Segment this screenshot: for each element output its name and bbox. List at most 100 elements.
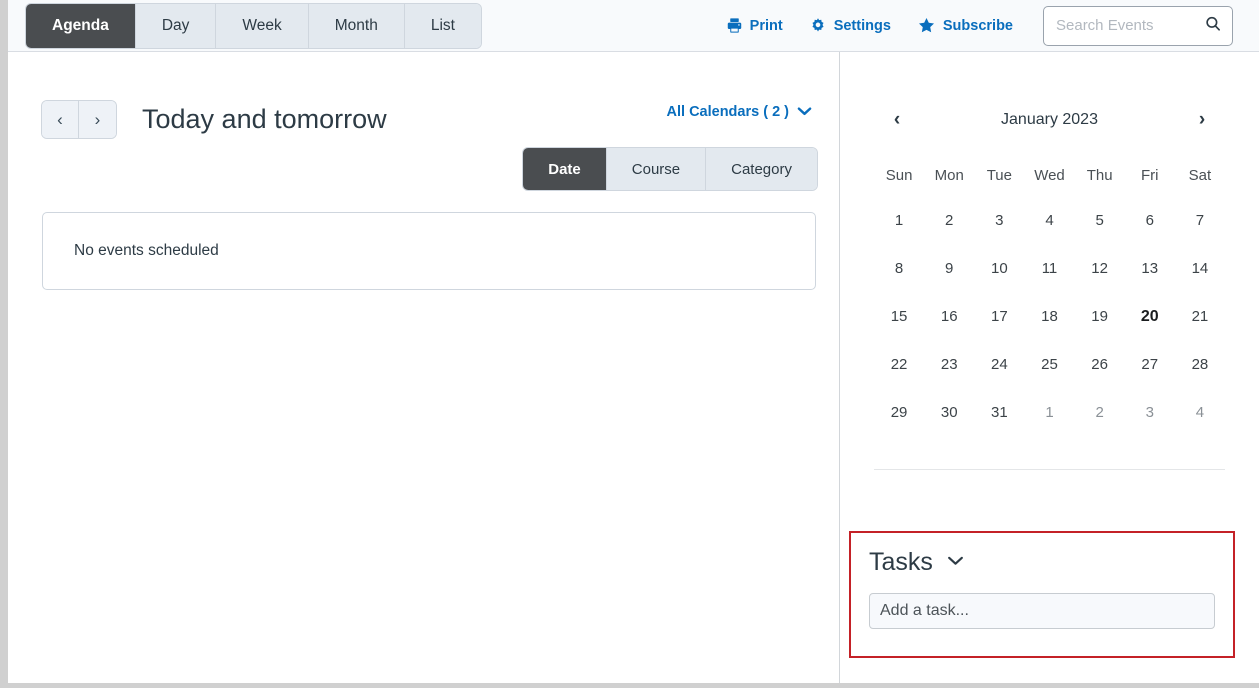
mini-calendar-header: ‹ January 2023 › — [840, 52, 1259, 133]
calendar-day[interactable]: 11 — [1024, 245, 1074, 293]
mini-calendar-next-button[interactable]: › — [1189, 107, 1215, 133]
calendar-day[interactable]: 9 — [924, 245, 974, 293]
header-toolbar: Print Settings Subscribe — [726, 5, 1259, 46]
calendar-day[interactable]: 13 — [1125, 245, 1175, 293]
calendar-day[interactable]: 31 — [974, 389, 1024, 437]
page-title: Today and tomorrow — [142, 104, 387, 134]
calendar-day[interactable]: 4 — [1024, 197, 1074, 245]
chevron-down-icon — [797, 104, 812, 120]
chevron-right-icon: › — [94, 109, 101, 129]
add-task-input[interactable] — [869, 593, 1215, 629]
tab-list[interactable]: List — [404, 3, 481, 48]
all-calendars-label: All Calendars ( 2 ) — [666, 104, 789, 120]
print-label: Print — [749, 17, 783, 34]
weekday-fri: Fri — [1141, 167, 1159, 184]
app-header: Agenda Day Week Month List Print Setting… — [8, 0, 1259, 52]
calendar-day[interactable]: 4 — [1175, 389, 1225, 437]
calendar-day[interactable]: 26 — [1075, 341, 1125, 389]
weekday-thu: Thu — [1086, 167, 1113, 184]
calendar-day[interactable]: 28 — [1175, 341, 1225, 389]
calendar-day[interactable]: 8 — [874, 245, 924, 293]
weekday-header-row: Sun Mon Tue Wed Thu Fri Sat — [874, 155, 1225, 197]
tab-month[interactable]: Month — [308, 3, 405, 48]
search-events-box[interactable] — [1043, 5, 1233, 46]
calendar-day[interactable]: 10 — [974, 245, 1024, 293]
calendar-day[interactable]: 23 — [924, 341, 974, 389]
calendar-week-row: 1234567 — [874, 197, 1225, 245]
calendar-day[interactable]: 19 — [1075, 293, 1125, 341]
weekday-mon: Mon — [934, 167, 964, 184]
mini-calendar-title: January 2023 — [1001, 111, 1098, 128]
weekday-tue: Tue — [986, 167, 1012, 184]
calendar-day[interactable]: 29 — [874, 389, 924, 437]
calendar-day[interactable]: 22 — [874, 341, 924, 389]
settings-label: Settings — [833, 17, 891, 34]
main-header: ‹ › Today and tomorrow — [8, 52, 839, 139]
calendar-day[interactable]: 17 — [974, 293, 1024, 341]
mini-calendar-prev-button[interactable]: ‹ — [884, 107, 910, 133]
calendar-day[interactable]: 12 — [1075, 245, 1125, 293]
tasks-title: Tasks — [869, 548, 933, 576]
mini-calendar-grid: Sun Mon Tue Wed Thu Fri Sat 1 2 3 4 5 6 7 8 9 10 11 12 13 14… — [840, 133, 1259, 437]
settings-button[interactable]: Settings — [809, 17, 891, 35]
calendar-day[interactable]: 1 — [1024, 389, 1074, 437]
calendar-day[interactable]: 15 — [874, 293, 924, 341]
calendar-day-today[interactable]: 20 — [1125, 293, 1175, 341]
previous-period-button[interactable]: ‹ — [42, 101, 79, 138]
calendar-day[interactable]: 2 — [1075, 389, 1125, 437]
subscribe-button[interactable]: Subscribe — [917, 16, 1013, 35]
calendar-week-row: 29 30 31 1 2 3 4 — [874, 389, 1225, 437]
date-nav-buttons: ‹ › — [42, 101, 116, 138]
calendar-day[interactable]: 21 — [1175, 293, 1225, 341]
all-calendars-dropdown[interactable]: All Calendars ( 2 ) — [667, 104, 812, 120]
calendar-day[interactable]: 1 — [874, 197, 924, 245]
calendar-day[interactable]: 18 — [1024, 293, 1074, 341]
calendar-app: Agenda Day Week Month List Print Setting… — [0, 0, 1259, 688]
printer-icon — [726, 17, 743, 34]
subscribe-label: Subscribe — [942, 17, 1013, 34]
star-icon — [917, 16, 936, 35]
no-events-message: No events scheduled — [74, 242, 219, 259]
print-button[interactable]: Print — [726, 17, 783, 34]
calendar-day[interactable]: 3 — [974, 197, 1024, 245]
sidebar-divider — [874, 469, 1225, 470]
body-area: ‹ › Today and tomorrow All Calendars ( 2… — [8, 52, 1259, 683]
calendar-day[interactable]: 2 — [924, 197, 974, 245]
weekday-wed: Wed — [1034, 167, 1065, 184]
tasks-header[interactable]: Tasks — [869, 547, 1215, 577]
tasks-section: Tasks — [849, 531, 1235, 658]
sidebar-panel: ‹ January 2023 › Sun Mon Tue Wed Thu Fri Sat 1 2… — [840, 52, 1259, 683]
calendar-day[interactable]: 6 — [1125, 197, 1175, 245]
calendar-day[interactable]: 30 — [924, 389, 974, 437]
calendar-day[interactable]: 3 — [1125, 389, 1175, 437]
search-input[interactable] — [1044, 6, 1232, 45]
calendar-week-row: 15 16 17 18 19 20 21 — [874, 293, 1225, 341]
calendar-day[interactable]: 27 — [1125, 341, 1175, 389]
calendar-week-row: 22 23 24 25 26 27 28 — [874, 341, 1225, 389]
group-tab-date[interactable]: Date — [523, 148, 607, 190]
calendar-day[interactable]: 5 — [1075, 197, 1125, 245]
chevron-right-icon: › — [1198, 109, 1206, 130]
calendar-day[interactable]: 25 — [1024, 341, 1074, 389]
calendar-week-row: 8 9 10 11 12 13 14 — [874, 245, 1225, 293]
tab-day[interactable]: Day — [135, 3, 217, 48]
tab-agenda[interactable]: Agenda — [26, 3, 136, 48]
calendar-day[interactable]: 7 — [1175, 197, 1225, 245]
calendar-day[interactable]: 24 — [974, 341, 1024, 389]
group-by-tabs: Date Course Category — [523, 148, 817, 190]
main-panel: ‹ › Today and tomorrow All Calendars ( 2… — [8, 52, 840, 683]
group-tab-course[interactable]: Course — [606, 148, 707, 190]
calendar-day[interactable]: 16 — [924, 293, 974, 341]
tab-week[interactable]: Week — [216, 3, 309, 48]
view-tabs: Agenda Day Week Month List — [26, 3, 481, 48]
chevron-down-icon[interactable] — [947, 553, 964, 571]
group-tab-category[interactable]: Category — [706, 148, 817, 190]
chevron-left-icon: ‹ — [57, 109, 63, 129]
chevron-left-icon: ‹ — [893, 109, 901, 130]
events-panel: No events scheduled — [42, 212, 816, 290]
weekday-sat: Sat — [1188, 167, 1212, 184]
gear-icon — [809, 17, 827, 35]
next-period-button[interactable]: › — [79, 101, 116, 138]
calendar-day[interactable]: 14 — [1175, 245, 1225, 293]
weekday-sun: Sun — [885, 167, 913, 184]
